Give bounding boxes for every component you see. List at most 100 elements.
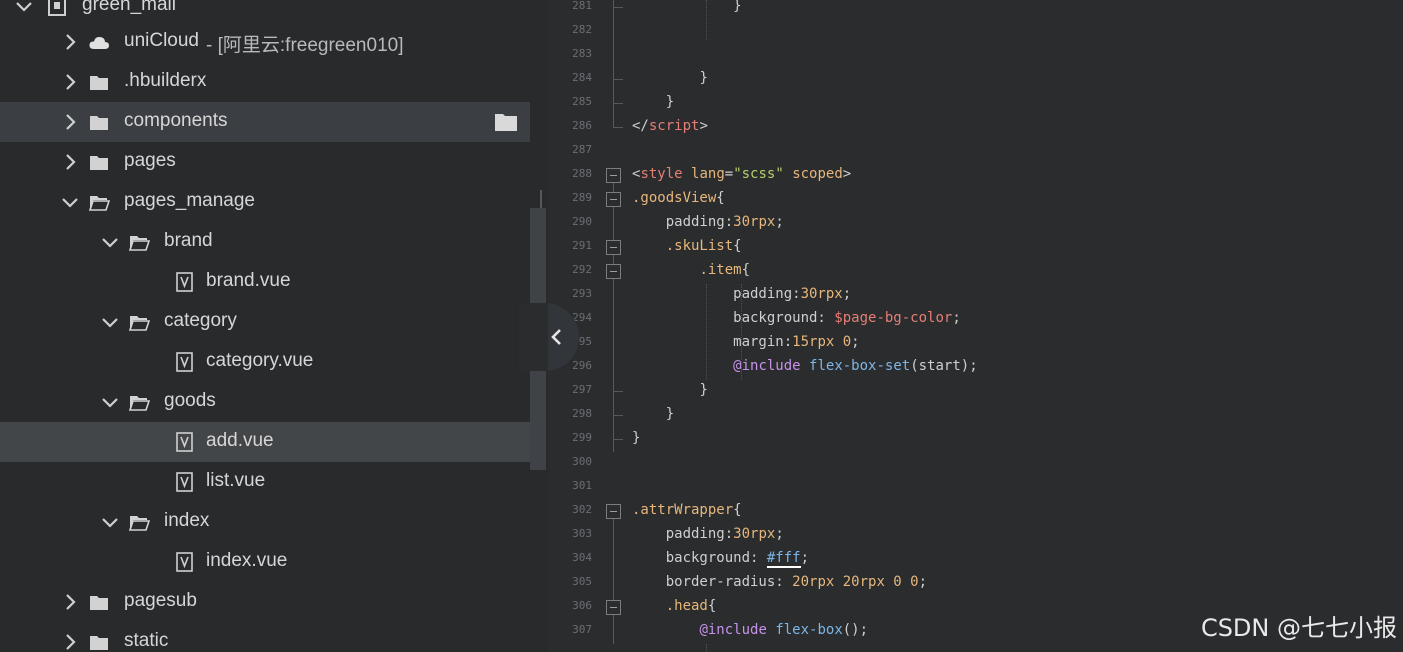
tree-item-index-vue[interactable]: index.vue xyxy=(0,542,530,582)
line-number: 284 xyxy=(572,71,592,84)
chevron-down-icon[interactable] xyxy=(60,192,80,212)
line-number: 300 xyxy=(572,455,592,468)
tree-item-category-vue[interactable]: category.vue xyxy=(0,342,530,382)
code-line[interactable]: 298 } xyxy=(548,404,1403,428)
code-token: { xyxy=(716,190,725,206)
code-line[interactable]: 303 padding:30rpx; xyxy=(548,524,1403,548)
code-token: 20rpx 20rpx 0 0 xyxy=(792,574,919,590)
code-token: </ xyxy=(632,118,649,134)
line-number: 299 xyxy=(572,431,592,444)
code-line[interactable]: 296 @include flex-box-set(start); xyxy=(548,356,1403,380)
tree-item-index[interactable]: index xyxy=(0,502,530,542)
fold-toggle-icon[interactable] xyxy=(606,240,621,255)
code-token: background: xyxy=(632,310,835,326)
code-line[interactable]: 287 xyxy=(548,140,1403,164)
code-line[interactable]: 300 xyxy=(548,452,1403,476)
fold-tick xyxy=(613,7,623,8)
code-line[interactable]: 281 } xyxy=(548,0,1403,20)
chevron-right-icon[interactable] xyxy=(60,152,80,172)
code-line[interactable]: 291 .skuList{ xyxy=(548,236,1403,260)
tree-item-brand-vue[interactable]: brand.vue xyxy=(0,262,530,302)
code-line[interactable]: 297 } xyxy=(548,380,1403,404)
code-line[interactable]: 302 .attrWrapper{ xyxy=(548,500,1403,524)
code-line[interactable]: 284 } xyxy=(548,68,1403,92)
open-folder-action-icon[interactable] xyxy=(494,112,518,132)
line-number: 298 xyxy=(572,407,592,420)
chevron-right-icon[interactable] xyxy=(60,592,80,612)
tree-item-label: .hbuilderx xyxy=(124,70,207,91)
code-line[interactable]: 294 background: $page-bg-color; xyxy=(548,308,1403,332)
fold-toggle-icon[interactable] xyxy=(606,264,621,279)
collapse-sidebar-button[interactable] xyxy=(519,303,579,371)
fold-guide xyxy=(613,428,614,452)
code-line[interactable]: 292 .item{ xyxy=(548,260,1403,284)
chevron-down-icon[interactable] xyxy=(100,392,120,412)
indent-guide xyxy=(706,644,707,652)
code-token: "scss" xyxy=(733,166,784,182)
chevron-right-icon[interactable] xyxy=(60,72,80,92)
code-token: lang xyxy=(691,166,725,182)
code-text: } xyxy=(632,406,674,422)
project-explorer: green_mall uniCloud - [阿里云:freegreen010]… xyxy=(0,0,548,652)
code-line[interactable]: 283 xyxy=(548,44,1403,68)
code-line[interactable]: 304 background: #fff; xyxy=(548,548,1403,572)
tree-item-pages[interactable]: pages xyxy=(0,142,530,182)
code-text: } xyxy=(632,430,640,446)
code-line[interactable]: 305 border-radius: 20rpx 20rpx 0 0; xyxy=(548,572,1403,596)
chevron-down-icon[interactable] xyxy=(100,232,120,252)
code-token: ; xyxy=(842,286,852,302)
code-line[interactable]: 282 xyxy=(548,20,1403,44)
tree-item-components[interactable]: components xyxy=(0,102,530,142)
folder-open-icon xyxy=(128,316,150,331)
code-editor[interactable]: 281 } 282 283 284 } 285 } 286 </script> 287 288 <… xyxy=(548,0,1403,652)
code-line[interactable]: 299} xyxy=(548,428,1403,452)
vue-file-icon xyxy=(176,432,193,452)
line-number: 292 xyxy=(572,263,592,276)
chevron-down-icon[interactable] xyxy=(100,312,120,332)
tree-item-label: index.vue xyxy=(206,550,288,571)
code-line[interactable]: 290 padding:30rpx; xyxy=(548,212,1403,236)
tree-item-category[interactable]: category xyxy=(0,302,530,342)
code-token: border-radius: xyxy=(632,574,793,590)
code-text: background: #fff; xyxy=(632,550,809,568)
fold-guide xyxy=(613,44,614,68)
code-line[interactable]: 301 xyxy=(548,476,1403,500)
tree-item-add-vue[interactable]: add.vue xyxy=(0,422,530,462)
chevron-down-icon[interactable] xyxy=(100,512,120,532)
tree-item-unicloud[interactable]: uniCloud - [阿里云:freegreen010] xyxy=(0,22,530,62)
code-token: ; xyxy=(952,310,961,326)
chevron-right-icon[interactable] xyxy=(60,112,80,132)
code-line[interactable]: 286 </script> xyxy=(548,116,1403,140)
code-line[interactable]: 289 .goodsView{ xyxy=(548,188,1403,212)
fold-guide xyxy=(613,356,614,380)
code-text: margin:15rpx 0; xyxy=(632,334,859,350)
chevron-right-icon[interactable] xyxy=(60,32,80,52)
fold-toggle-icon[interactable] xyxy=(606,192,621,207)
fold-guide xyxy=(613,332,614,356)
code-token: { xyxy=(707,598,717,614)
tree-item-brand[interactable]: brand xyxy=(0,222,530,262)
fold-toggle-icon[interactable] xyxy=(606,168,621,183)
code-text: @include flex-box-set(start); xyxy=(632,358,977,374)
fold-toggle-icon[interactable] xyxy=(606,600,621,615)
code-token: > xyxy=(842,166,852,182)
code-token: @include xyxy=(733,358,801,374)
code-text: padding:30rpx; xyxy=(632,526,784,542)
code-text: border-radius: 20rpx 20rpx 0 0; xyxy=(632,574,927,590)
code-token: scoped xyxy=(792,166,843,182)
chevron-right-icon[interactable] xyxy=(60,632,80,652)
code-line[interactable]: 293 padding:30rpx; xyxy=(548,284,1403,308)
tree-item-goods[interactable]: goods xyxy=(0,382,530,422)
tree-item-pagesub[interactable]: pagesub xyxy=(0,582,530,622)
tree-item-list-vue[interactable]: list.vue xyxy=(0,462,530,502)
tree-item-static[interactable]: static xyxy=(0,622,530,652)
code-token: 30rpx xyxy=(733,214,776,230)
fold-toggle-icon[interactable] xyxy=(606,504,621,519)
fold-guide xyxy=(613,620,614,644)
tree-item-hbuilderx[interactable]: .hbuilderx xyxy=(0,62,530,102)
code-line[interactable]: 285 } xyxy=(548,92,1403,116)
code-line[interactable]: 288 <style lang="scss" scoped> xyxy=(548,164,1403,188)
tree-item-pages-manage[interactable]: pages_manage xyxy=(0,182,530,222)
code-token: (); xyxy=(842,622,869,638)
code-line[interactable]: 295 margin:15rpx 0; xyxy=(548,332,1403,356)
